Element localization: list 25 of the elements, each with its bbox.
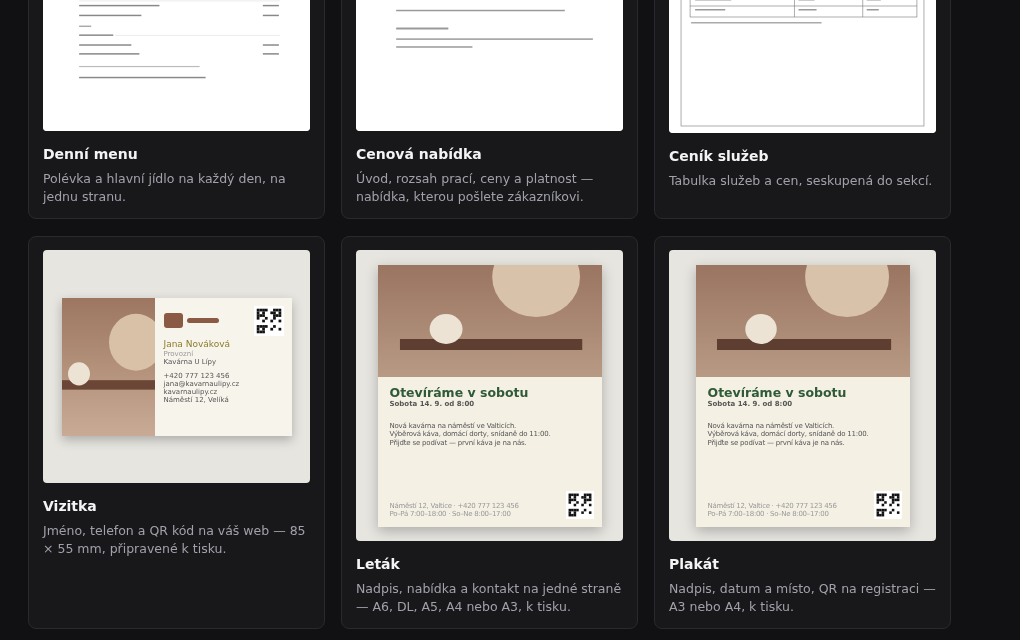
card-description: Nadpis, nabídka a kontakt na jedné straně — A6, DL, A5, A4 nebo A3, k tisku. xyxy=(356,580,623,616)
qr-code-icon xyxy=(253,305,284,336)
qr-code-icon xyxy=(873,490,902,519)
person-name: Jana Nováková xyxy=(163,338,232,349)
logo-icon xyxy=(163,313,183,328)
card-description: Tabulka služeb a cen, seskupená do sekcí. xyxy=(669,172,934,190)
flyer-headline: Otevíráme v sobotu xyxy=(389,384,530,400)
card-title: Denní menu xyxy=(43,145,139,163)
card-title: Vizitka xyxy=(43,497,98,515)
flyer-headline: Otevíráme v sobotu xyxy=(707,384,848,400)
card-title: Ceník služeb xyxy=(669,147,770,165)
template-card[interactable] xyxy=(341,236,638,629)
card-title: Plakát xyxy=(669,555,720,573)
template-card[interactable] xyxy=(654,236,951,629)
card-description: Jméno, telefon a QR kód na váš web — 85 × 55 mm, připravené k tisku. xyxy=(43,522,307,558)
template-card[interactable]: Cenová nabídka Úvod, rozsah prací, ceny a platnost — nabídka, kterou pošlete zákazníkovi. xyxy=(341,0,638,219)
logo-bar xyxy=(186,318,219,323)
card-description: Úvod, rozsah prací, ceny a platnost — nabídka, kterou pošlete zákazníkovi. xyxy=(356,170,595,206)
template-card[interactable]: Ceník služeb Tabulka služeb a cen, seskupená do sekcí. xyxy=(654,0,951,219)
card-description: Polévka a hlavní jídlo na každý den, na jednu stranu. xyxy=(43,170,287,206)
card-title: Cenová nabídka xyxy=(356,145,483,163)
card-description: Nadpis, datum a místo, QR na registraci — A3 nebo A4, k tisku. xyxy=(669,580,936,616)
template-card[interactable]: Denní menu Polévka a hlavní jídlo na každý den, na jednu stranu. xyxy=(28,0,325,219)
qr-code-icon xyxy=(565,490,594,519)
card-title: Leták xyxy=(356,555,401,573)
